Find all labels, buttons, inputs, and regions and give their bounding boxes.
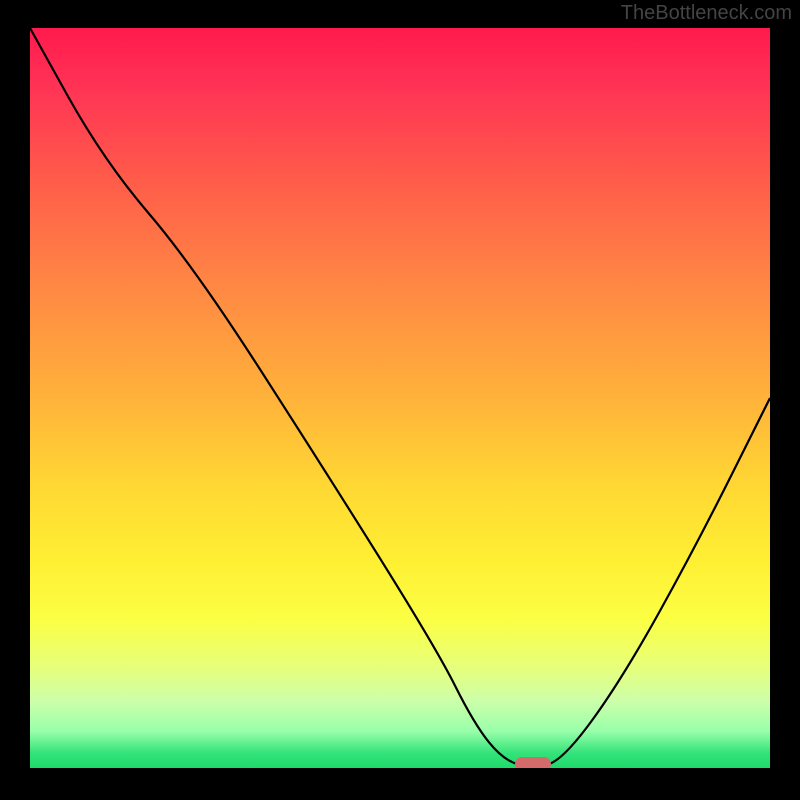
plot-area	[30, 28, 770, 768]
watermark-text: TheBottleneck.com	[621, 2, 792, 25]
optimal-marker	[515, 757, 551, 768]
bottleneck-curve	[30, 28, 770, 768]
